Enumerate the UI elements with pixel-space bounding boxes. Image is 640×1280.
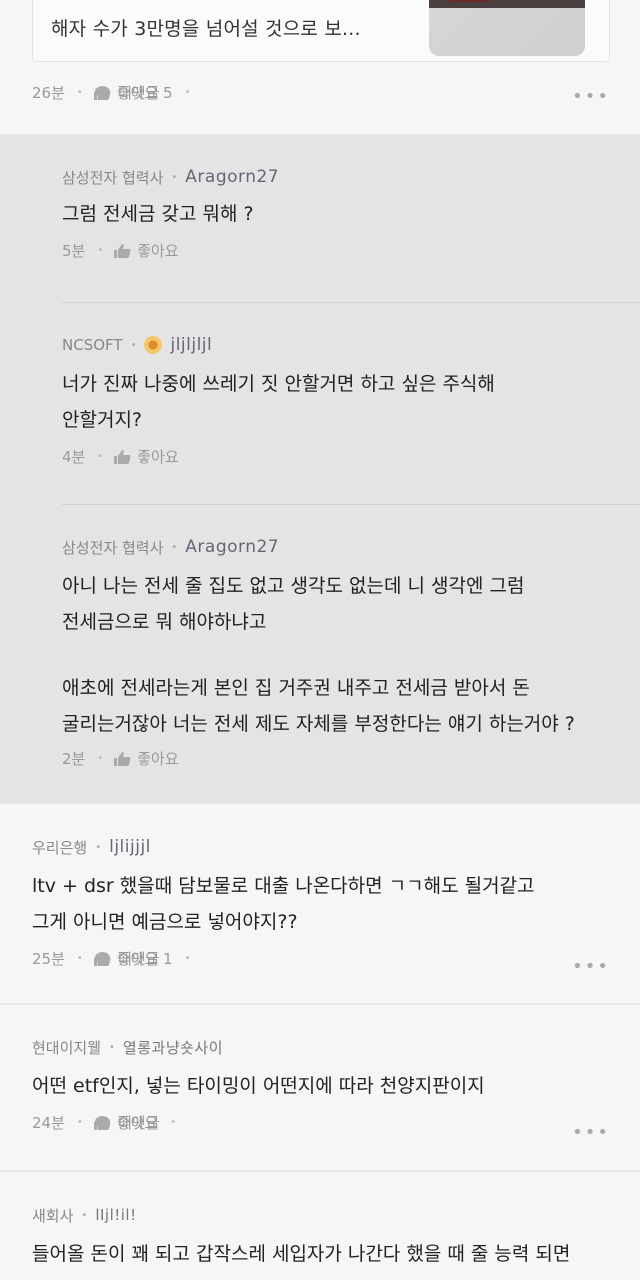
comment-author: 우리은행 • ljlijjjl — [32, 837, 151, 857]
reply-divider — [62, 302, 640, 303]
ncsoft-badge-icon — [144, 336, 163, 354]
comment-item: 새회사 • lIjl!il! 들어올 돈이 꽤 되고 갑작스레 세입자가 나간다… — [32, 1204, 610, 1272]
comment-time: 25분 — [32, 950, 65, 968]
reply-divider — [62, 504, 640, 505]
speech-bubble-icon — [95, 86, 110, 99]
author-company: NCSOFT — [62, 336, 123, 354]
post-reply-label: 대댓글 — [118, 84, 160, 102]
post-time: 26분 — [32, 84, 65, 102]
reply-like-button[interactable]: 좋아요 — [113, 240, 179, 261]
comment-meta: 25분 • 좋아요 1 • 대댓글 — [32, 948, 610, 969]
reply-like-button[interactable]: 좋아요 — [113, 748, 179, 769]
reply-item: NCSOFT • jljljljl 너가 진짜 나중에 쓰레기 짓 안할거면 하… — [62, 334, 640, 467]
author-nickname[interactable]: ljlijjjl — [109, 837, 151, 857]
author-company: 삼성전자 협력사 — [62, 168, 164, 187]
linked-article-card[interactable]: 해자 수가 3만명을 넘어설 것으로 보... — [32, 0, 610, 62]
reply-meta: 2분 • 좋아요 — [62, 748, 179, 769]
reply-thread: 삼성전자 협력사 • Aragorn27 그럼 전세금 갖고 뭐해 ? 5분 •… — [0, 134, 640, 804]
more-dots-icon[interactable]: ••• — [572, 1122, 610, 1143]
comment-item: 우리은행 • ljlijjjl ltv + dsr 했을때 담보물로 대출 나온… — [32, 836, 610, 969]
reply-item: 삼성전자 협력사 • Aragorn27 그럼 전세금 갖고 뭐해 ? 5분 •… — [62, 166, 640, 261]
comment-reply-button[interactable]: 대댓글 — [94, 948, 640, 969]
reply-like-button[interactable]: 좋아요 — [113, 446, 179, 467]
reply-author: 삼성전자 협력사 • Aragorn27 — [62, 537, 280, 557]
more-dots-icon[interactable]: ••• — [572, 86, 610, 107]
author-nickname[interactable]: Aragorn27 — [185, 537, 279, 557]
more-dots-icon[interactable]: ••• — [572, 956, 610, 977]
comment-author: 새회사 • lIjl!il! — [32, 1206, 137, 1225]
author-company: 현대이지웰 — [32, 1038, 102, 1057]
reply-author: 삼성전자 협력사 • Aragorn27 — [62, 167, 280, 187]
speech-bubble-icon — [95, 952, 110, 965]
comment-meta: 24분 • 좋아요 • 대댓글 — [32, 1112, 610, 1133]
speech-bubble-icon — [95, 1116, 110, 1129]
author-company: 새회사 — [32, 1206, 74, 1225]
author-nickname[interactable]: jljljljl — [170, 335, 212, 355]
author-company: 삼성전자 협력사 — [62, 538, 164, 557]
top-post-section: 해자 수가 3만명을 넘어설 것으로 보... 26분 • 좋아요 5 • 대댓… — [0, 0, 640, 134]
comment-author: 현대이지웰 • 열롱과냥숏사이 — [32, 1037, 224, 1058]
comment-time: 24분 — [32, 1114, 65, 1132]
reply-body: 너가 진짜 나중에 쓰레기 짓 안할거면 하고 싶은 주식해 안할거지? — [62, 373, 495, 431]
reply-author: NCSOFT • jljljljl — [62, 335, 213, 355]
post-reply-button[interactable]: 대댓글 — [94, 82, 640, 103]
thumbs-up-icon — [114, 751, 131, 766]
reply-body: 아니 나는 전세 줄 집도 없고 생각도 없는데 니 생각엔 그럼 전세금으로 … — [62, 575, 575, 735]
post-meta: 26분 • 좋아요 5 • 대댓글 — [32, 82, 200, 103]
author-company: 우리은행 — [32, 838, 88, 857]
reply-time: 2분 — [62, 750, 86, 768]
reply-meta: 4분 • 좋아요 — [62, 446, 179, 467]
reply-time: 4분 — [62, 448, 86, 466]
comment-body: 들어올 돈이 꽤 되고 갑작스레 세입자가 나간다 했을 때 줄 능력 되면 — [32, 1243, 571, 1265]
article-snippet: 해자 수가 3만명을 넘어설 것으로 보... — [51, 18, 361, 40]
thumbs-up-icon — [114, 243, 131, 258]
reply-time: 5분 — [62, 242, 86, 260]
reply-body: 그럼 전세금 갖고 뭐해 ? — [62, 203, 254, 225]
comment-item: 현대이지웰 • 열롱과냥숏사이 어떤 etf인지, 넣는 타이밍이 어떤지에 따… — [32, 1036, 610, 1133]
author-nickname[interactable]: 열롱과냥숏사이 — [123, 1037, 223, 1058]
author-nickname[interactable]: Aragorn27 — [185, 167, 279, 187]
comment-divider — [0, 1003, 640, 1005]
article-thumbnail — [429, 0, 585, 56]
comment-reply-button[interactable]: 대댓글 — [94, 1112, 640, 1133]
comment-body: 어떤 etf인지, 넣는 타이밍이 어떤지에 따라 천양지판이지 — [32, 1075, 485, 1097]
comment-body: ltv + dsr 했을때 담보물로 대출 나온다하면 ㄱㄱ해도 될거같고 그게… — [32, 875, 535, 933]
separator-dot: • — [76, 87, 83, 98]
author-nickname[interactable]: lIjl!il! — [95, 1206, 136, 1224]
reply-meta: 5분 • 좋아요 — [62, 240, 179, 261]
reply-item: 삼성전자 협력사 • Aragorn27 아니 나는 전세 줄 집도 없고 생각… — [62, 536, 640, 769]
comment-divider — [0, 1170, 640, 1172]
thumbs-up-icon — [114, 449, 131, 464]
